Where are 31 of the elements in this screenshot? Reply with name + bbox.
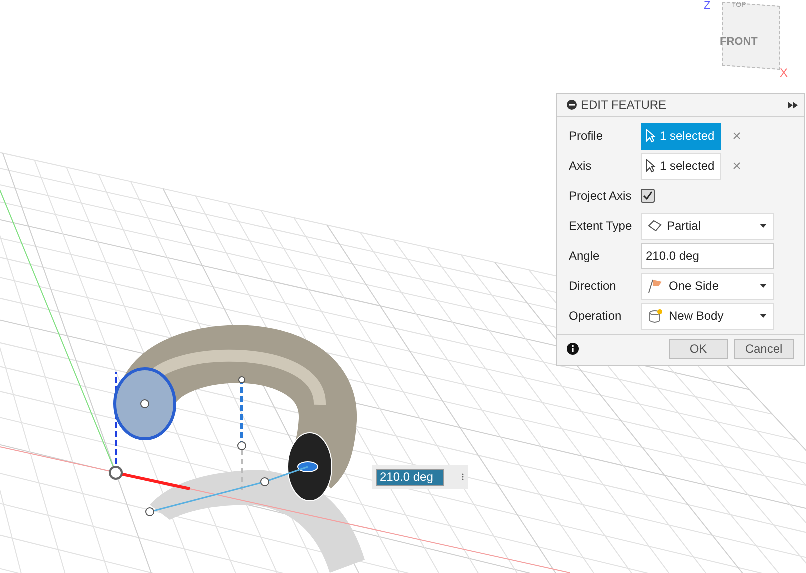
panel-title: EDIT FEATURE bbox=[581, 98, 668, 112]
info-icon[interactable] bbox=[567, 343, 579, 355]
cursor-icon bbox=[646, 129, 656, 143]
flag-icon bbox=[648, 278, 664, 294]
clear-icon[interactable] bbox=[733, 162, 741, 170]
axis-label: X bbox=[780, 66, 788, 80]
field-label: Extent Type bbox=[569, 219, 634, 233]
field-label: Axis bbox=[569, 159, 593, 173]
caret-icon[interactable] bbox=[760, 284, 767, 288]
field-label: Project Axis bbox=[569, 189, 633, 203]
field-label: Direction bbox=[569, 279, 618, 293]
angle-input[interactable]: 210.0 deg bbox=[641, 243, 774, 269]
caret-icon[interactable] bbox=[760, 224, 767, 228]
axis-label: Z bbox=[704, 0, 711, 12]
caret-icon[interactable] bbox=[760, 314, 767, 318]
checkbox[interactable] bbox=[641, 189, 655, 203]
collapse-icon[interactable] bbox=[567, 100, 577, 110]
selection-button[interactable]: 1 selected bbox=[641, 152, 721, 180]
cube-face-label: FRONT bbox=[720, 36, 758, 48]
dropdown[interactable]: New Body bbox=[641, 302, 774, 330]
angle-input[interactable]: 210.0 deg bbox=[376, 468, 444, 486]
field-label: Angle bbox=[569, 249, 601, 263]
cursor-icon bbox=[646, 159, 656, 173]
ok-button[interactable]: OK bbox=[669, 339, 728, 359]
dropdown[interactable]: Partial bbox=[641, 212, 774, 240]
cancel-button[interactable]: Cancel bbox=[734, 339, 794, 359]
dropdown[interactable]: One Side bbox=[641, 272, 774, 300]
field-label: Operation bbox=[569, 309, 623, 323]
clear-icon[interactable] bbox=[733, 132, 741, 140]
expand-icon[interactable] bbox=[788, 102, 798, 108]
field-label: Profile bbox=[569, 129, 604, 143]
